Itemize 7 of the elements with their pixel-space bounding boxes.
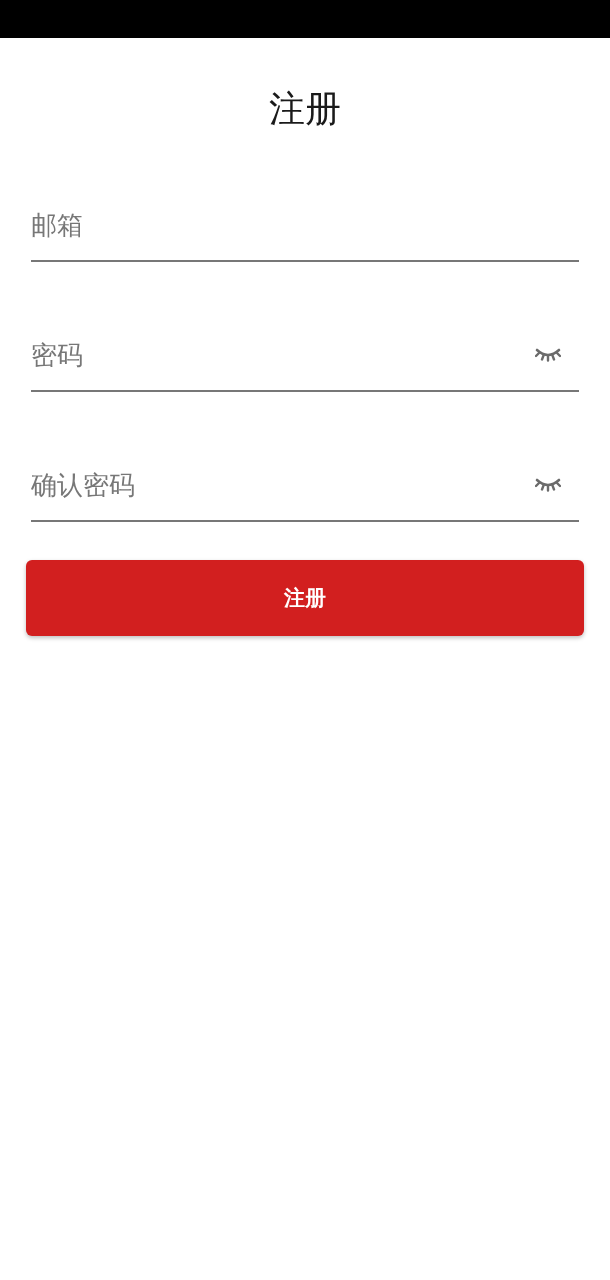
page-title: 注册 bbox=[268, 87, 342, 131]
closed-eye-icon[interactable] bbox=[535, 348, 561, 362]
register-button[interactable]: 注册 bbox=[26, 560, 584, 636]
input-field[interactable]: 邮箱 bbox=[31, 190, 579, 262]
closed-eye-icon[interactable] bbox=[535, 478, 561, 492]
input-field[interactable]: 确认密码 bbox=[31, 450, 579, 522]
input-field[interactable]: 密码 bbox=[31, 320, 579, 392]
